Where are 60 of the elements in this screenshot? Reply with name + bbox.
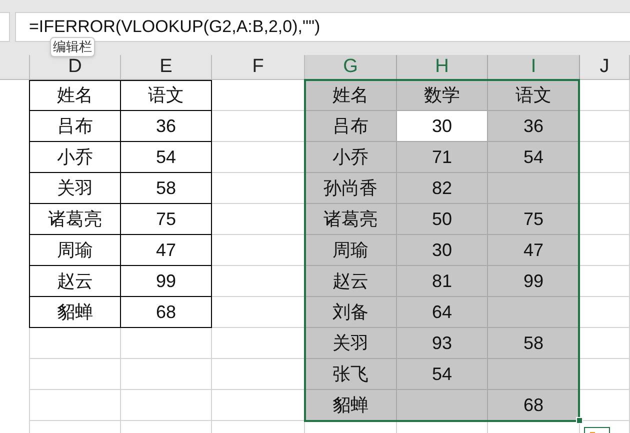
table-cell[interactable]: 54 — [488, 142, 580, 173]
table-cell[interactable]: 吕布 — [30, 111, 121, 142]
table-cell[interactable]: 36 — [121, 111, 212, 142]
table-cell[interactable]: 30 — [397, 235, 488, 266]
table-cell[interactable]: 周瑜 — [305, 235, 397, 266]
table-cell[interactable]: 68 — [121, 297, 212, 328]
table-cell[interactable]: 吕布 — [305, 111, 397, 142]
table-cell[interactable]: 75 — [121, 204, 212, 235]
tooltip: 编辑栏 — [50, 37, 95, 57]
table-cell[interactable]: 36 — [488, 111, 580, 142]
table-cell[interactable]: 75 — [488, 204, 580, 235]
table-cell[interactable]: 姓名 — [305, 80, 397, 111]
table-cell[interactable]: 50 — [397, 204, 488, 235]
table-cell[interactable]: 54 — [397, 359, 488, 390]
table-cell[interactable]: 93 — [397, 328, 488, 359]
empty-cell[interactable] — [121, 390, 212, 421]
table-cell[interactable]: 47 — [121, 235, 212, 266]
fill-handle[interactable] — [576, 417, 583, 424]
column-header[interactable]: J — [580, 55, 630, 80]
column-header[interactable]: H — [397, 55, 488, 80]
table-cell[interactable]: 30 — [397, 111, 488, 142]
table-cell[interactable]: 关羽 — [305, 328, 397, 359]
table-cell[interactable]: 81 — [397, 266, 488, 297]
table-cell[interactable]: 关羽 — [30, 173, 121, 204]
table-cell[interactable]: 张飞 — [305, 359, 397, 390]
table-cell[interactable]: 小乔 — [30, 142, 121, 173]
empty-cell[interactable] — [30, 390, 121, 421]
empty-cell[interactable] — [30, 328, 121, 359]
table-cell[interactable]: 99 — [121, 266, 212, 297]
table-cell[interactable]: 诸葛亮 — [30, 204, 121, 235]
table-cell[interactable]: 68 — [488, 390, 580, 421]
table-cell[interactable]: 47 — [488, 235, 580, 266]
table-cell[interactable]: 赵云 — [30, 266, 121, 297]
table-cell[interactable]: 58 — [121, 173, 212, 204]
table-cell[interactable]: 赵云 — [305, 266, 397, 297]
table-cell[interactable]: 71 — [397, 142, 488, 173]
table-cell[interactable]: 孙尚香 — [305, 173, 397, 204]
table-cell[interactable]: 周瑜 — [30, 235, 121, 266]
table-cell[interactable]: 64 — [397, 297, 488, 328]
table-cell[interactable]: 貂蝉 — [305, 390, 397, 421]
table-cell[interactable]: 99 — [488, 266, 580, 297]
empty-cell[interactable] — [121, 359, 212, 390]
empty-cell[interactable] — [121, 328, 212, 359]
column-header[interactable]: D — [30, 55, 121, 80]
table-cell[interactable]: 语文 — [488, 80, 580, 111]
table-cell[interactable]: 54 — [121, 142, 212, 173]
table-cell[interactable]: 诸葛亮 — [305, 204, 397, 235]
table-cell[interactable]: 刘备 — [305, 297, 397, 328]
table-cell[interactable]: 58 — [488, 328, 580, 359]
table-cell[interactable]: 貂蝉 — [30, 297, 121, 328]
table-cell[interactable]: 姓名 — [30, 80, 121, 111]
column-header[interactable]: I — [488, 55, 580, 80]
table-cell[interactable]: 语文 — [121, 80, 212, 111]
name-box[interactable] — [0, 12, 10, 42]
column-header[interactable]: G — [305, 55, 397, 80]
table-cell[interactable]: 82 — [397, 173, 488, 204]
table-cell[interactable]: 小乔 — [305, 142, 397, 173]
column-header[interactable]: E — [121, 55, 212, 80]
empty-cell[interactable] — [30, 359, 121, 390]
table-cell[interactable]: 数学 — [397, 80, 488, 111]
